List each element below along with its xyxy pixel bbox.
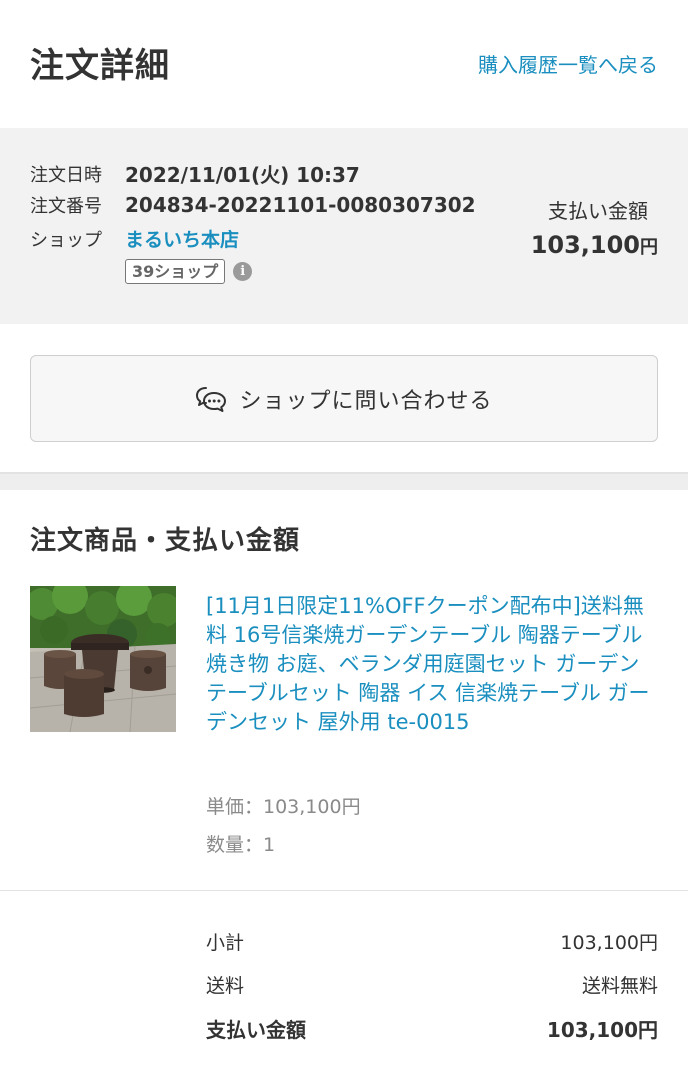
order-date-value: 2022/11/01(火) 10:37 [125, 163, 360, 187]
items-section-title: 注文商品・支払い金額 [30, 526, 301, 556]
payment-total-row: 支払い金額 103,100円 [206, 1014, 658, 1043]
product-quantity: 数量：1 [206, 834, 276, 856]
subtotal-value: 103,100円 [560, 932, 658, 954]
product-unit-price: 単価：103,100円 [206, 796, 361, 818]
chat-bubbles-icon [196, 386, 227, 412]
payment-amount-value: 103,100 [530, 231, 640, 259]
order-date-row: 注文日時 2022/11/01(火) 10:37 [30, 159, 360, 188]
shop-label: ショップ [30, 229, 102, 251]
payment-total-label: 支払い金額 [206, 1018, 306, 1042]
back-to-history-link[interactable]: 購入履歴一覧へ戻る [478, 49, 658, 78]
garden-table-set-image [30, 586, 176, 732]
shop-row: ショップ まるいち本店 [30, 225, 239, 252]
payment-total-value: 103,100円 [546, 1018, 658, 1042]
order-number-row: 注文番号 204834-20221101-0080307302 [30, 192, 476, 218]
order-date-label: 注文日時 [30, 164, 102, 186]
totals-divider [0, 890, 688, 891]
shop-badge-row: 39ショップ i [125, 259, 253, 284]
page-title: 注文詳細 [30, 46, 170, 86]
shop-badge: 39ショップ [125, 259, 226, 284]
payment-amount-unit: 円 [640, 237, 658, 258]
contact-shop-button[interactable]: ショップに問い合わせる [30, 355, 658, 442]
shipping-row: 送料 送料無料 [206, 971, 658, 998]
info-icon[interactable]: i [233, 262, 253, 281]
shipping-label: 送料 [206, 975, 245, 997]
subtotal-row: 小計 103,100円 [206, 928, 658, 955]
contact-shop-label: ショップに問い合わせる [239, 388, 493, 414]
order-number-label: 注文番号 [30, 196, 102, 217]
subtotal-label: 小計 [206, 932, 245, 954]
payment-amount-label: 支払い金額 [548, 199, 648, 223]
product-image[interactable] [30, 586, 176, 732]
page-header: 注文詳細 購入履歴一覧へ戻る [0, 0, 688, 128]
order-summary-panel: 注文日時 2022/11/01(火) 10:37 注文番号 204834-202… [0, 128, 688, 324]
section-divider [0, 472, 688, 490]
product-name-link[interactable]: [11月1日限定11%OFFクーポン配布中]送料無料 16号信楽焼ガーデンテーブ… [206, 592, 658, 737]
shop-name-link[interactable]: まるいち本店 [125, 225, 239, 252]
payment-amount: 103,100円 [531, 231, 658, 259]
order-number-value: 204834-20221101-0080307302 [125, 193, 476, 217]
shipping-value: 送料無料 [581, 975, 658, 997]
